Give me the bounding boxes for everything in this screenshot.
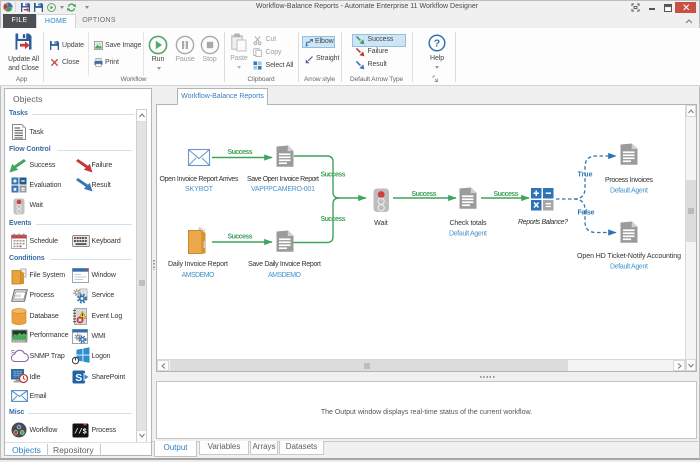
svg-text:Open Invoice Report Arrives: Open Invoice Report Arrives: [160, 176, 240, 183]
svg-text:?: ?: [434, 38, 440, 50]
svg-text:Success: Success: [228, 234, 253, 241]
svg-text:Open HD Ticket-Notify Accounti: Open HD Ticket-Notify Accounting: [577, 253, 681, 260]
svg-text:AMSDEMO: AMSDEMO: [268, 272, 302, 279]
svg-text:VAPPPCAMERO-001: VAPPPCAMERO-001: [251, 186, 315, 193]
svg-text:SKYBOT: SKYBOT: [185, 186, 214, 193]
svg-text:Success: Success: [412, 191, 437, 198]
svg-text:AMSDEMO: AMSDEMO: [182, 272, 216, 279]
svg-text:Default Agent: Default Agent: [449, 231, 487, 238]
svg-text:True: True: [578, 172, 593, 179]
svg-text:Daily Invoice Report: Daily Invoice Report: [168, 261, 228, 268]
svg-text:Success: Success: [321, 172, 346, 179]
svg-text:Success: Success: [228, 149, 253, 156]
svg-text:False: False: [578, 210, 595, 217]
svg-text:Process Invoices: Process Invoices: [605, 177, 654, 184]
svg-text:Default Agent: Default Agent: [610, 188, 648, 195]
svg-text:S: S: [75, 372, 82, 384]
svg-text://$: //$: [74, 428, 87, 436]
svg-text:Default Agent: Default Agent: [610, 264, 648, 271]
svg-text:Save Open Invoice Report: Save Open Invoice Report: [247, 176, 319, 183]
svg-text:Success: Success: [321, 216, 346, 223]
svg-text:Reports Balance?: Reports Balance?: [518, 219, 568, 226]
svg-text:Check totals: Check totals: [450, 220, 488, 227]
svg-text:Success: Success: [494, 191, 519, 198]
svg-text:Wait: Wait: [374, 220, 388, 227]
svg-text:Save Daily Invoice Report: Save Daily Invoice Report: [248, 261, 321, 268]
